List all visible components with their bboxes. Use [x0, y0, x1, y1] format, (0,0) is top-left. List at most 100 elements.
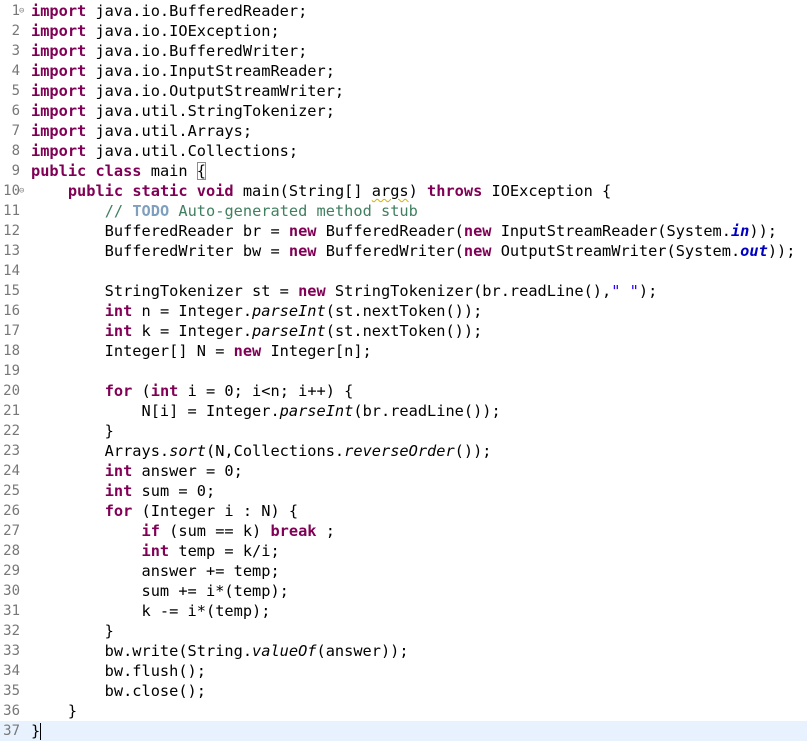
token-kw: import [31, 42, 96, 60]
token-kw: void [196, 182, 243, 200]
code-text: import java.util.Arrays; [31, 121, 252, 141]
code-line[interactable]: 37} [0, 721, 807, 741]
code-line[interactable]: 23 Arrays.sort(N,Collections.reverseOrde… [0, 441, 807, 461]
code-line[interactable]: 6 import java.util.StringTokenizer; [0, 101, 807, 121]
code-text: if (sum == k) break ; [31, 521, 335, 541]
code-line[interactable]: 12 BufferedReader br = new BufferedReade… [0, 221, 807, 241]
line-number: 29 [3, 563, 20, 579]
token-st: valueOf [252, 642, 317, 660]
code-text: int n = Integer.parseInt(st.nextToken())… [31, 301, 483, 321]
code-line[interactable]: 27 if (sum == k) break ; [0, 521, 807, 541]
code-text: import java.io.InputStreamReader; [31, 61, 335, 81]
token-text: java.io.InputStreamReader; [95, 62, 335, 80]
code-line[interactable]: 8 import java.util.Collections; [0, 141, 807, 161]
token-kw: import [31, 122, 96, 140]
token-text: } [31, 622, 114, 640]
code-line[interactable]: 24 int answer = 0; [0, 461, 807, 481]
line-number: 34 [3, 663, 20, 679]
code-text: Integer[] N = new Integer[n]; [31, 341, 372, 361]
code-line[interactable]: 25 int sum = 0; [0, 481, 807, 501]
token-text: k -= i*(temp); [31, 602, 271, 620]
code-line[interactable]: 36 } [0, 701, 807, 721]
code-line[interactable]: 21 N[i] = Integer.parseInt(br.readLine()… [0, 401, 807, 421]
code-text: bw.flush(); [31, 661, 206, 681]
code-line[interactable]: 13 BufferedWriter bw = new BufferedWrite… [0, 241, 807, 261]
token-text: IOException { [491, 182, 612, 200]
token-text: ) [408, 182, 428, 200]
code-text: for (Integer i : N) { [31, 501, 298, 521]
token-text: BufferedReader( [325, 222, 464, 240]
code-line[interactable]: 19 [0, 361, 807, 381]
token-str: " " [611, 282, 639, 300]
token-text: k = Integer. [141, 322, 253, 340]
code-line[interactable]: 32 } [0, 621, 807, 641]
code-line[interactable]: 26 for (Integer i : N) { [0, 501, 807, 521]
token-kw: import [31, 102, 96, 120]
code-line[interactable]: 14 [0, 261, 807, 281]
token-text: Integer[] N = [31, 342, 234, 360]
code-line[interactable]: 33 bw.write(String.valueOf(answer)); [0, 641, 807, 661]
token-kw: public [67, 182, 133, 200]
token-kw: import [31, 22, 96, 40]
token-text: bw.close(); [31, 682, 206, 700]
token-text: InputStreamReader(System. [500, 222, 731, 240]
code-editor[interactable]: 1 ⊖ import java.io.BufferedReader; 2 import … [0, 0, 807, 748]
fold-collapse-icon[interactable]: ⊖ [19, 1, 29, 21]
code-text: import java.util.Collections; [31, 141, 298, 161]
code-line[interactable]: 30 sum += i*(temp); [0, 581, 807, 601]
code-line[interactable]: 7 import java.util.Arrays; [0, 121, 807, 141]
token-text: BufferedWriter bw = [31, 242, 289, 260]
code-line[interactable]: 22 } [0, 421, 807, 441]
code-text: import java.io.BufferedWriter; [31, 41, 307, 61]
code-line[interactable]: 11 // TODO Auto-generated method stub [0, 201, 807, 221]
fold-collapse-icon[interactable]: ⊖ [19, 181, 29, 201]
code-line[interactable]: 2 import java.io.IOException; [0, 21, 807, 41]
line-number: 18 [3, 343, 20, 359]
code-line[interactable]: 4 import java.io.InputStreamReader; [0, 61, 807, 81]
code-line[interactable]: 34 bw.flush(); [0, 661, 807, 681]
line-number: 32 [3, 623, 20, 639]
code-line[interactable]: 17 int k = Integer.parseInt(st.nextToken… [0, 321, 807, 341]
code-line[interactable]: 29 answer += temp; [0, 561, 807, 581]
token-text: (answer)); [316, 642, 409, 660]
code-text: N[i] = Integer.parseInt(br.readLine()); [31, 401, 501, 421]
line-number: 27 [3, 523, 20, 539]
text-caret [40, 723, 42, 740]
line-number: 28 [3, 543, 20, 559]
token-kw: int [150, 382, 188, 400]
code-line[interactable]: 35 bw.close(); [0, 681, 807, 701]
token-cm: // [104, 202, 133, 220]
token-warn: args [371, 182, 409, 200]
code-line[interactable]: 10 ⊖ public static void main(String[] arg… [0, 181, 807, 201]
code-line[interactable]: 20 for (int i = 0; i<n; i++) { [0, 381, 807, 401]
token-kw: int [104, 302, 142, 320]
code-text: } [31, 621, 114, 641]
line-number: 1 [11, 3, 20, 19]
code-line[interactable]: 28 int temp = k/i; [0, 541, 807, 561]
token-kw: throws [427, 182, 492, 200]
code-text: k -= i*(temp); [31, 601, 271, 621]
code-line[interactable]: 5 import java.io.OutputStreamWriter; [0, 81, 807, 101]
token-text: Integer[n]; [270, 342, 372, 360]
token-text: (Integer i : N) { [141, 502, 299, 520]
code-line[interactable]: 1 ⊖ import java.io.BufferedReader; [0, 1, 807, 21]
code-line[interactable]: 31 k -= i*(temp); [0, 601, 807, 621]
token-text: )); [749, 222, 778, 240]
code-line[interactable]: 18 Integer[] N = new Integer[n]; [0, 341, 807, 361]
code-line[interactable]: 16 int n = Integer.parseInt(st.nextToken… [0, 301, 807, 321]
token-text: } [31, 702, 78, 720]
code-line[interactable]: 3 import java.io.BufferedWriter; [0, 41, 807, 61]
token-text: main [150, 162, 197, 180]
token-text: (sum == k) [169, 522, 271, 540]
token-st: parseInt [252, 322, 326, 340]
token-text: java.util.StringTokenizer; [95, 102, 335, 120]
code-line[interactable]: 15 StringTokenizer st = new StringTokeni… [0, 281, 807, 301]
code-text: import java.util.StringTokenizer; [31, 101, 335, 121]
token-text: java.io.OutputStreamWriter; [95, 82, 345, 100]
code-line[interactable]: 9 public class main { [0, 161, 807, 181]
token-kw: import [31, 62, 96, 80]
token-text: OutputStreamWriter(System. [500, 242, 741, 260]
